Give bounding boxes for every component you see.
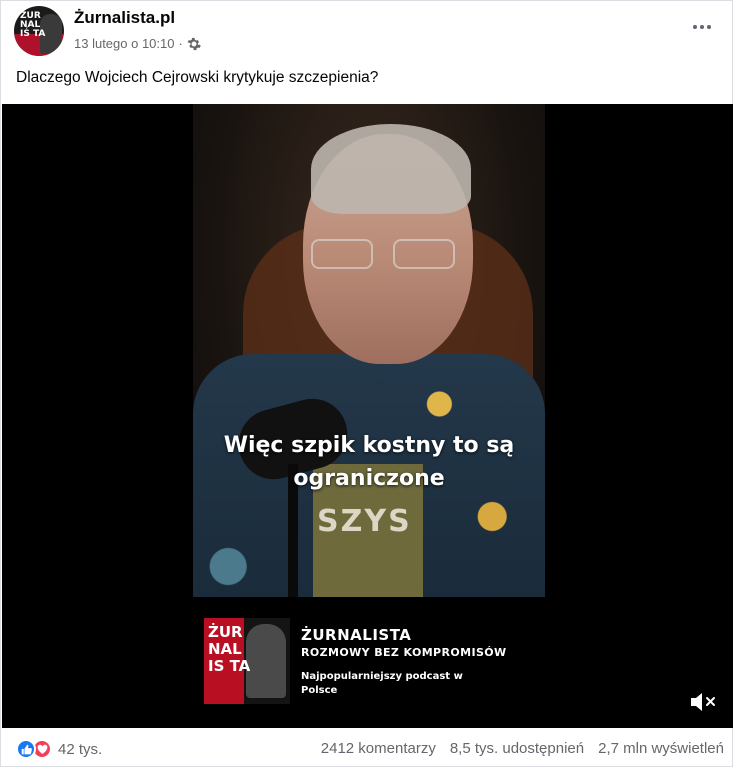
meta-separator: · — [178, 36, 183, 51]
video-player[interactable]: SZYS Więc szpik kostny to są ograniczone… — [2, 104, 733, 728]
glasses-shape — [311, 239, 461, 269]
gear-icon[interactable] — [187, 37, 201, 51]
views-count: 2,7 mln wyświetleń — [598, 740, 724, 757]
facebook-post: ŻUR NAL IŚ TA Żurnalista.pl 13 lutego o … — [0, 0, 733, 767]
post-date[interactable]: 13 lutego o 10:10 — [74, 36, 174, 51]
video-subtitle: Więc szpik kostny to są ograniczone — [223, 433, 515, 491]
glasses-lens-left — [311, 239, 373, 269]
logo-figure — [246, 624, 286, 698]
podcast-logo: ŻUR NAL IS TA — [204, 618, 290, 704]
reaction-count: 42 tys. — [58, 740, 103, 758]
hair-shape — [311, 124, 471, 214]
comments-count-link[interactable]: 2412 komentarzy — [321, 740, 436, 757]
post-stats: 2412 komentarzy 8,5 tys. udostępnień 2,7… — [321, 740, 724, 757]
page-avatar[interactable]: ŻUR NAL IŚ TA — [14, 6, 64, 56]
podcast-banner: ŻUR NAL IS TA ŻURNALISTA ROZMOWY BEZ KOM… — [204, 618, 544, 704]
dot-icon — [693, 25, 697, 29]
page-name-link[interactable]: Żurnalista.pl — [74, 8, 175, 28]
tshirt-text: SZYS — [317, 504, 412, 539]
post-caption: Dlaczego Wojciech Cejrowski krytykuje sz… — [16, 69, 379, 86]
video-frame: SZYS — [193, 104, 545, 597]
banner-subtitle: ROZMOWY BEZ KOMPROMISÓW — [301, 646, 507, 659]
mute-toggle-button[interactable] — [689, 689, 717, 715]
logo-text: ŻUR NAL IS TA — [208, 623, 251, 675]
more-options-button[interactable] — [688, 15, 716, 39]
post-header: ŻUR NAL IŚ TA Żurnalista.pl 13 lutego o … — [1, 1, 733, 63]
speaker-muted-icon — [691, 693, 715, 711]
reactions-summary[interactable]: 42 tys. — [16, 739, 102, 759]
banner-description: Najpopularniejszy podcast w Polsce — [301, 671, 463, 696]
post-meta: 13 lutego o 10:10 · — [74, 36, 201, 51]
dot-icon — [700, 25, 704, 29]
shares-count-link[interactable]: 8,5 tys. udostępnień — [450, 740, 584, 757]
banner-title: ŻURNALISTA — [301, 626, 412, 644]
avatar-logo-text: ŻUR NAL IŚ TA — [20, 11, 46, 39]
post-footer: 42 tys. 2412 komentarzy 8,5 tys. udostęp… — [1, 729, 733, 767]
glasses-lens-right — [393, 239, 455, 269]
like-reaction-icon — [16, 739, 36, 759]
dot-icon — [707, 25, 711, 29]
